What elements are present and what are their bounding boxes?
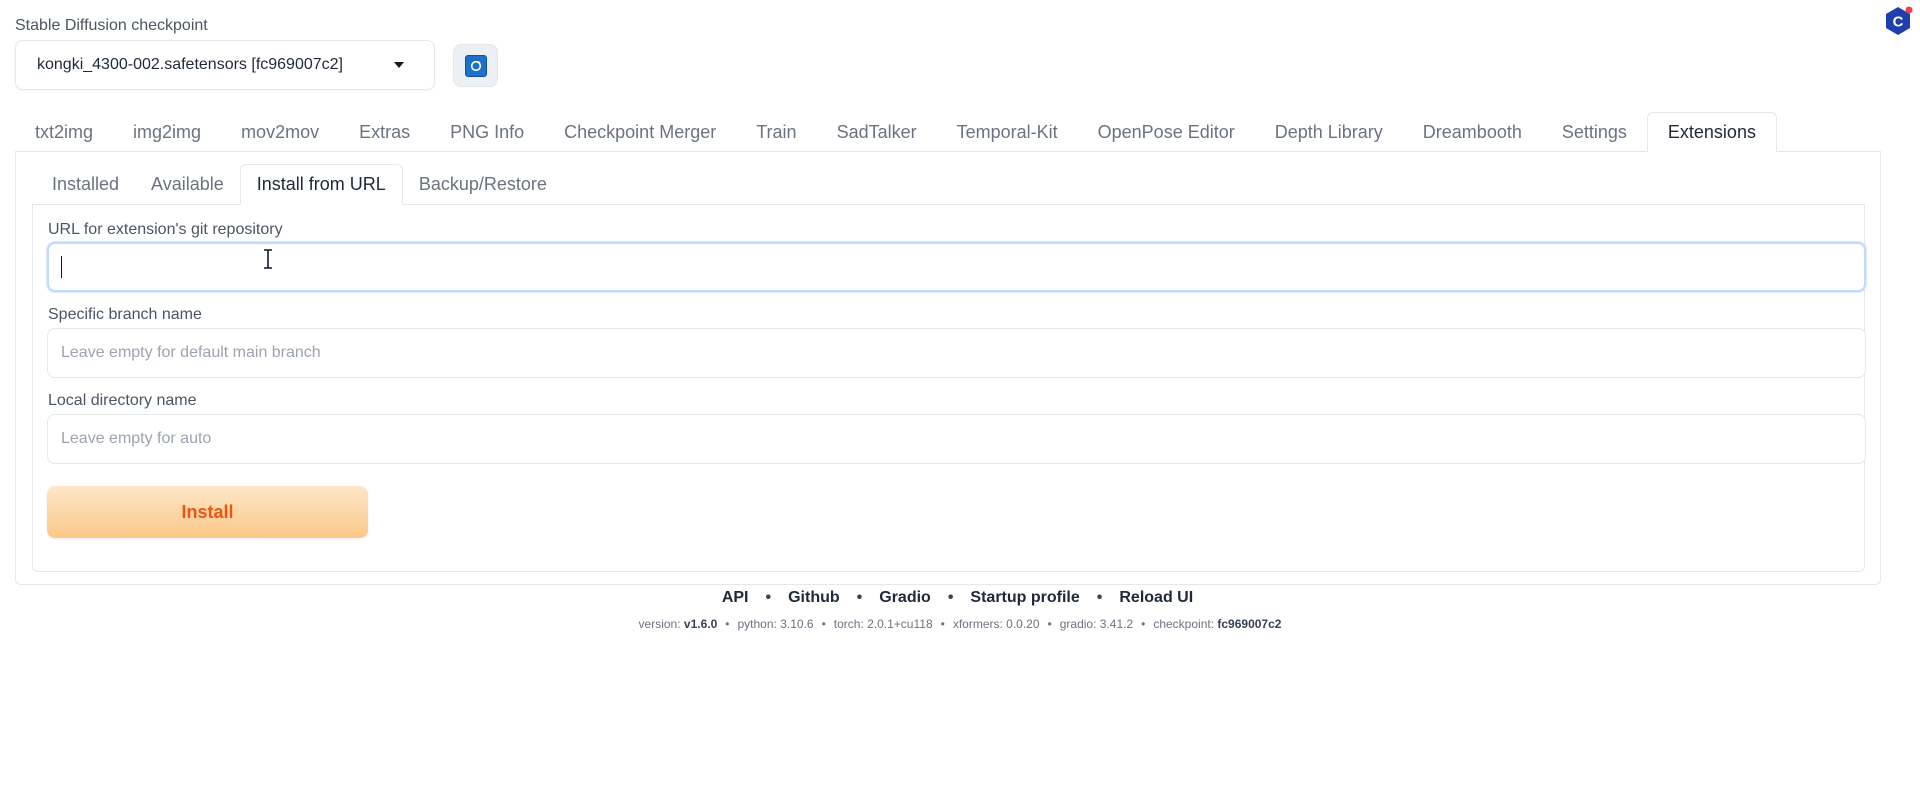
directory-name-label: Local directory name — [48, 392, 197, 409]
checkpoint-selected-value: kongki_4300-002.safetensors [fc969007c2] — [37, 56, 343, 73]
version-prefix: version: — [638, 617, 681, 631]
footer-separator: • — [947, 589, 954, 606]
tab-temporal-kit[interactable]: Temporal-Kit — [937, 112, 1078, 152]
text-cursor-icon — [264, 249, 272, 269]
footer-links: API • Github • Gradio • Startup profile … — [0, 587, 1920, 609]
tab-extras[interactable]: Extras — [339, 112, 430, 152]
checkpoint-prefix: checkpoint: — [1153, 617, 1215, 631]
c-logo-icon[interactable]: C — [1883, 6, 1913, 36]
branch-name-label: Specific branch name — [48, 306, 202, 323]
chevron-down-icon — [394, 62, 404, 68]
tab-png-info[interactable]: PNG Info — [430, 112, 544, 152]
version-separator: • — [940, 617, 945, 631]
footer-link-github[interactable]: Github — [788, 589, 840, 607]
version-separator: • — [1047, 617, 1052, 631]
git-url-input[interactable] — [47, 242, 1866, 292]
tab-sadtalker[interactable]: SadTalker — [817, 112, 937, 152]
torch-version: torch: 2.0.1+cu118 — [833, 617, 933, 631]
main-tab-bar: txt2img img2img mov2mov Extras PNG Info … — [15, 112, 1777, 152]
tab-txt2img[interactable]: txt2img — [15, 112, 113, 152]
git-url-label: URL for extension's git repository — [48, 221, 283, 238]
checkpoint-dropdown[interactable]: kongki_4300-002.safetensors [fc969007c2] — [15, 40, 435, 90]
tab-img2img[interactable]: img2img — [113, 112, 221, 152]
footer-separator: • — [1096, 589, 1103, 606]
checkpoint-hash: fc969007c2 — [1217, 617, 1282, 631]
tab-extensions[interactable]: Extensions — [1646, 112, 1777, 152]
extensions-subtab-bar: Installed Available Install from URL Bac… — [36, 164, 563, 205]
footer-link-reload-ui[interactable]: Reload UI — [1119, 589, 1193, 607]
footer-link-api[interactable]: API — [722, 589, 749, 607]
tab-depth-library[interactable]: Depth Library — [1255, 112, 1403, 152]
footer-link-gradio[interactable]: Gradio — [879, 589, 931, 607]
gradio-version: gradio: 3.41.2 — [1059, 617, 1134, 631]
refresh-checkpoint-button[interactable] — [453, 44, 498, 87]
footer-separator: • — [765, 589, 772, 606]
directory-name-input[interactable] — [47, 414, 1866, 464]
version-separator: • — [725, 617, 730, 631]
tab-dreambooth[interactable]: Dreambooth — [1403, 112, 1542, 152]
branch-name-input[interactable] — [47, 328, 1866, 378]
xformers-version: xformers: 0.0.20 — [952, 617, 1040, 631]
version-separator: • — [821, 617, 826, 631]
python-version: python: 3.10.6 — [737, 617, 814, 631]
version-separator: • — [1141, 617, 1146, 631]
webui-page: Stable Diffusion checkpoint kongki_4300-… — [0, 0, 1920, 794]
subtab-installed[interactable]: Installed — [36, 164, 135, 205]
tab-checkpoint-merger[interactable]: Checkpoint Merger — [544, 112, 736, 152]
subtab-backup-restore[interactable]: Backup/Restore — [403, 164, 563, 205]
text-caret — [61, 256, 62, 278]
install-button[interactable]: Install — [47, 486, 368, 538]
tab-openpose-editor[interactable]: OpenPose Editor — [1078, 112, 1255, 152]
tab-train[interactable]: Train — [736, 112, 816, 152]
subtab-install-from-url[interactable]: Install from URL — [239, 164, 403, 205]
version-info: version: v1.6.0 • python: 3.10.6 • torch… — [0, 615, 1920, 633]
tab-mov2mov[interactable]: mov2mov — [221, 112, 339, 152]
subtab-available[interactable]: Available — [135, 164, 240, 205]
checkpoint-label: Stable Diffusion checkpoint — [15, 17, 208, 34]
footer-link-startup-profile[interactable]: Startup profile — [970, 589, 1079, 607]
tab-settings[interactable]: Settings — [1542, 112, 1647, 152]
refresh-icon — [464, 54, 487, 77]
footer-separator: • — [856, 589, 863, 606]
version-value: v1.6.0 — [683, 617, 718, 631]
svg-text:C: C — [1893, 14, 1904, 31]
